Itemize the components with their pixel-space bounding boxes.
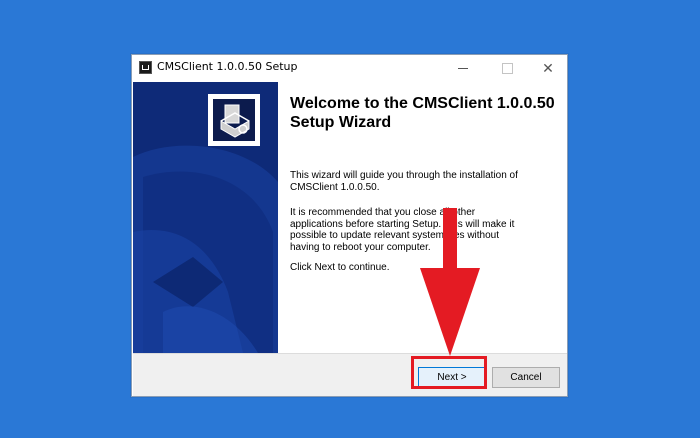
red-arrow-annotation xyxy=(420,208,480,356)
next-button-highlight xyxy=(411,356,487,389)
